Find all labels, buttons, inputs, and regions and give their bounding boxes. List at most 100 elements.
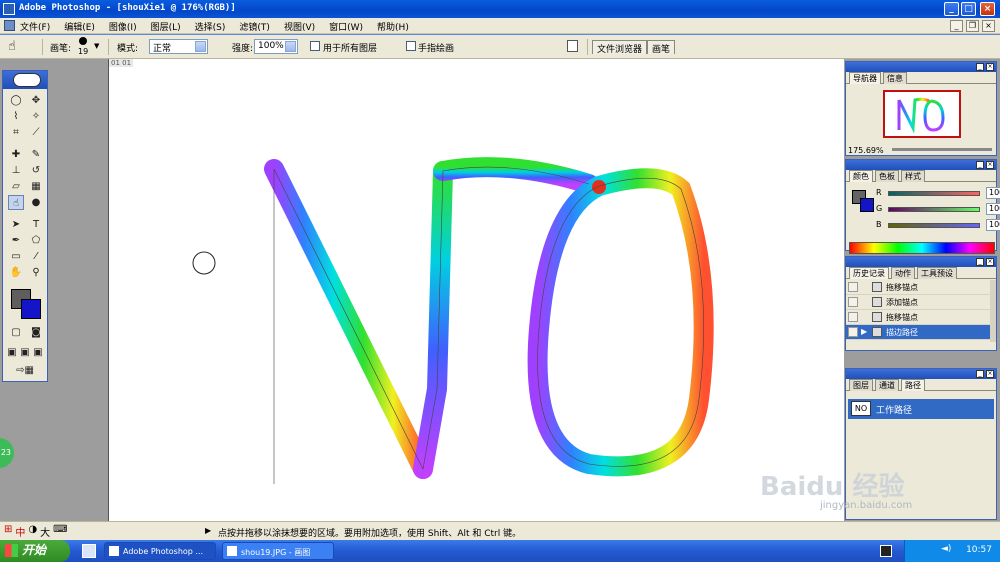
healing-brush-tool-icon[interactable]: ✚ <box>8 147 24 162</box>
color-spectrum-bar[interactable] <box>849 242 995 254</box>
ime-chinese-mode[interactable]: 中 <box>15 524 25 539</box>
doc-minimize-button[interactable]: _ <box>950 20 963 32</box>
history-item[interactable]: 添加锚点 <box>846 295 990 310</box>
palette-header[interactable]: _ × <box>846 160 996 170</box>
history-brush-tool-icon[interactable]: ↺ <box>28 163 44 178</box>
palette-close-icon[interactable]: × <box>986 258 994 266</box>
brush-tool-icon[interactable]: ✎ <box>28 147 44 162</box>
quick-mask-mode-icon[interactable]: ◙ <box>28 325 44 340</box>
menu-edit[interactable]: 编辑(E) <box>64 20 95 33</box>
type-tool-icon[interactable]: T <box>28 217 44 232</box>
menu-file[interactable]: 文件(F) <box>20 20 50 33</box>
tab-navigator[interactable]: 导航器 <box>849 72 881 84</box>
pen-tool-icon[interactable]: ✒ <box>8 233 24 248</box>
lasso-tool-icon[interactable]: ⌇ <box>8 109 24 124</box>
shape-tool-icon[interactable]: ⬠ <box>28 233 44 248</box>
color-bg-swatch[interactable] <box>860 198 874 212</box>
jump-to-imageready-icon[interactable]: ⇨▦ <box>8 363 42 378</box>
history-snapshot-box[interactable] <box>848 327 858 337</box>
close-button[interactable]: × <box>980 2 995 16</box>
menu-window[interactable]: 窗口(W) <box>329 20 363 33</box>
menu-filter[interactable]: 滤镜(T) <box>239 20 270 33</box>
palette-header[interactable]: _ × <box>846 257 996 267</box>
smudge-tool-icon[interactable]: ☝ <box>8 39 16 54</box>
history-item[interactable]: 拖移锚点 <box>846 280 990 295</box>
palette-close-icon[interactable]: × <box>986 63 994 71</box>
menu-image[interactable]: 图像(I) <box>109 20 137 33</box>
navigator-zoom-slider[interactable] <box>892 148 992 151</box>
taskbar-paint[interactable]: shou19.JPG - 画图 <box>222 542 334 560</box>
gradient-tool-icon[interactable]: ▦ <box>28 179 44 194</box>
navigator-zoom-value[interactable]: 175.69% <box>848 146 884 155</box>
green-channel-input[interactable]: 100 <box>986 203 1000 215</box>
slice-tool-icon[interactable]: ⟋ <box>28 125 44 140</box>
palette-header[interactable]: _ × <box>846 369 996 379</box>
red-channel-slider[interactable] <box>888 191 980 196</box>
eraser-tool-icon[interactable]: ▱ <box>8 179 24 194</box>
history-item-selected[interactable]: ▶ 描边路径 <box>846 325 990 340</box>
ime-logo-icon[interactable]: ⊞ <box>4 524 12 539</box>
background-color-swatch[interactable] <box>21 299 41 319</box>
notes-tool-icon[interactable]: ▭ <box>8 249 24 264</box>
file-browser-tab[interactable]: 文件浏览器 <box>592 40 648 55</box>
hand-tool-icon[interactable]: ✋ <box>8 265 24 280</box>
history-item[interactable]: 拖移锚点 <box>846 310 990 325</box>
brush-preview-icon[interactable] <box>79 37 87 45</box>
clone-stamp-tool-icon[interactable]: ⊥ <box>8 163 24 178</box>
tab-styles[interactable]: 样式 <box>901 170 925 182</box>
tab-paths[interactable]: 路径 <box>901 379 925 391</box>
palette-close-icon[interactable]: × <box>986 161 994 169</box>
doc-restore-button[interactable]: ❐ <box>966 20 979 32</box>
toolbox-header[interactable] <box>3 71 47 89</box>
strength-input[interactable]: 100% <box>254 39 298 54</box>
smudge-tool-button[interactable]: ☝ <box>8 195 24 210</box>
blue-channel-input[interactable]: 100 <box>986 219 1000 231</box>
start-button[interactable]: 开始 <box>0 540 70 562</box>
photoshop-app-icon[interactable] <box>3 3 15 15</box>
document-icon[interactable] <box>4 20 15 31</box>
tab-color[interactable]: 颜色 <box>849 170 873 182</box>
palette-header[interactable]: _ × <box>846 62 996 72</box>
tab-info[interactable]: 信息 <box>883 72 907 84</box>
navigator-thumbnail[interactable] <box>883 90 961 138</box>
history-scrollbar[interactable] <box>990 280 996 342</box>
ime-punct-icon[interactable]: ◑ <box>28 524 37 539</box>
green-channel-slider[interactable] <box>888 207 980 212</box>
marquee-tool-icon[interactable]: ◯ <box>8 93 24 108</box>
tab-actions[interactable]: 动作 <box>891 267 915 279</box>
show-desktop-icon[interactable] <box>82 544 96 558</box>
palette-close-icon[interactable]: × <box>986 370 994 378</box>
tab-tool-presets[interactable]: 工具预设 <box>917 267 957 279</box>
dodge-tool-icon[interactable]: ● <box>28 195 44 210</box>
palette-minimize-icon[interactable]: _ <box>976 258 984 266</box>
tab-history[interactable]: 历史记录 <box>849 267 889 279</box>
tray-app-icon[interactable] <box>880 545 892 557</box>
volume-icon[interactable]: ◄) <box>941 544 951 554</box>
path-selection-tool-icon[interactable]: ➤ <box>8 217 24 232</box>
history-snapshot-box[interactable] <box>848 312 858 322</box>
maximize-button[interactable]: □ <box>961 2 976 16</box>
standard-mode-icon[interactable]: ▢ <box>8 325 24 340</box>
red-channel-input[interactable]: 100 <box>986 187 1000 199</box>
eyedropper-tool-icon[interactable]: ⁄ <box>28 249 44 264</box>
magic-wand-tool-icon[interactable]: ✧ <box>28 109 44 124</box>
ime-keyboard-icon[interactable]: ⌨ <box>53 524 67 539</box>
screen-mode-standard-icon[interactable]: ▣ <box>6 345 18 360</box>
history-snapshot-box[interactable] <box>848 297 858 307</box>
palette-minimize-icon[interactable]: _ <box>976 161 984 169</box>
screen-mode-full-icon[interactable]: ▣ <box>32 345 44 360</box>
tab-swatches[interactable]: 色板 <box>875 170 899 182</box>
history-snapshot-box[interactable] <box>848 282 858 292</box>
palette-minimize-icon[interactable]: _ <box>976 370 984 378</box>
brush-dropdown-icon[interactable]: ▼ <box>94 42 99 50</box>
tab-layers[interactable]: 图层 <box>849 379 873 391</box>
ime-full-width[interactable]: 大 <box>40 524 50 539</box>
menu-layer[interactable]: 图层(L) <box>151 20 181 33</box>
screen-mode-full-menu-icon[interactable]: ▣ <box>19 345 31 360</box>
palette-well-icon[interactable] <box>567 40 578 52</box>
path-item-work-path[interactable]: NO 工作路径 <box>848 399 994 419</box>
palette-minimize-icon[interactable]: _ <box>976 63 984 71</box>
brushes-tab[interactable]: 画笔 <box>647 40 676 55</box>
taskbar-photoshop[interactable]: Adobe Photoshop ... <box>104 542 216 560</box>
document-canvas[interactable]: 01 01 <box>108 59 844 521</box>
